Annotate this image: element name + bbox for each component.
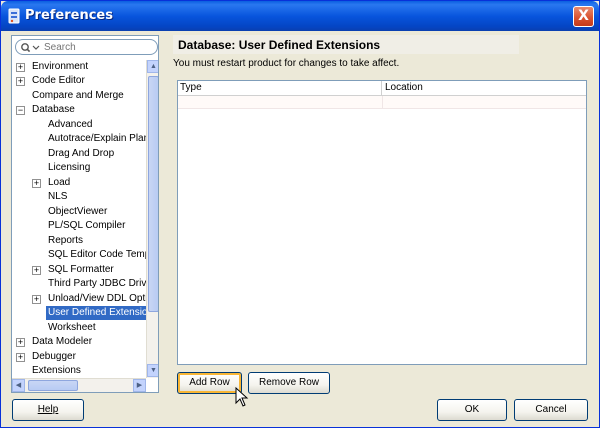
search-box[interactable]: [15, 39, 158, 55]
window-title: Preferences: [25, 8, 113, 23]
tree-item-label: SQL Editor Code Templa: [48, 249, 146, 260]
tree-item-label: Unload/View DDL Optio: [48, 293, 146, 304]
tree-item-label: SQL Formatter: [48, 264, 114, 275]
cancel-button[interactable]: Cancel: [514, 399, 588, 421]
tree-item-label: Drag And Drop: [48, 148, 115, 159]
tree-item-label: Licensing: [48, 162, 91, 173]
scroll-right-icon[interactable]: ▶: [133, 379, 146, 392]
expand-icon[interactable]: +: [16, 63, 25, 72]
add-row-button[interactable]: Add Row: [177, 372, 242, 394]
expand-icon[interactable]: +: [32, 179, 41, 188]
tree-item-label: Advanced: [48, 119, 93, 130]
preferences-tree-panel: + Environment + Code Editor Compare and …: [11, 35, 159, 393]
scroll-thumb[interactable]: [28, 380, 78, 391]
tree-item-label: Worksheet: [48, 322, 96, 333]
remove-row-button[interactable]: Remove Row: [248, 372, 330, 394]
tree-item-label: Environment: [32, 61, 89, 72]
tree-item-label: Compare and Merge: [32, 90, 124, 101]
column-header-location[interactable]: Location: [382, 81, 586, 96]
scroll-thumb[interactable]: [148, 76, 158, 312]
title-bar[interactable]: Preferences X: [1, 1, 599, 31]
tree-item-label: Database: [32, 104, 75, 115]
expand-icon[interactable]: +: [32, 266, 41, 275]
expand-icon[interactable]: +: [16, 353, 25, 362]
tree-item-label: Autotrace/Explain Plan: [48, 133, 146, 144]
app-icon: [8, 8, 20, 24]
restart-notice: You must restart product for changes to …: [173, 58, 400, 69]
tree-item-label: Extensions: [32, 365, 81, 376]
help-button[interactable]: Help: [12, 399, 84, 421]
close-icon: X: [578, 8, 589, 24]
cell-divider: [382, 96, 383, 109]
scroll-up-icon[interactable]: ▲: [147, 60, 158, 73]
tree-item-label: Third Party JDBC Driver: [48, 278, 146, 289]
extensions-table: Type Location: [177, 80, 587, 365]
tree-item-label: NLS: [48, 191, 68, 202]
expand-icon[interactable]: +: [16, 338, 25, 347]
mouse-pointer-icon: [235, 387, 249, 407]
tree-item-label: Reports: [48, 235, 84, 246]
tree-item-label: ObjectViewer: [48, 206, 108, 217]
tree-item-label: Load: [48, 177, 71, 188]
tree-horizontal-scrollbar[interactable]: ◀ ▶: [12, 378, 146, 392]
tree-item-label: User Defined Extension: [46, 306, 146, 320]
preferences-dialog: Preferences X + Environment + Code Edito…: [0, 0, 600, 428]
expand-icon[interactable]: +: [32, 295, 41, 304]
scroll-left-icon[interactable]: ◀: [12, 379, 25, 392]
help-button-label: Help: [37, 404, 59, 415]
preferences-tree: + Environment + Code Editor Compare and …: [12, 60, 146, 378]
expand-icon[interactable]: +: [16, 77, 25, 86]
tree-item-label: Debugger: [32, 351, 76, 362]
tree-item-label: Code Editor: [32, 75, 85, 86]
ok-button[interactable]: OK: [437, 399, 507, 421]
scroll-down-icon[interactable]: ▼: [147, 364, 158, 377]
tree-vertical-scrollbar[interactable]: ▲ ▼: [146, 60, 158, 378]
collapse-icon[interactable]: −: [16, 106, 25, 115]
tree-item-label: Data Modeler: [32, 336, 93, 347]
search-icon: [21, 43, 40, 53]
page-title: Database: User Defined Extensions: [178, 38, 381, 52]
search-input[interactable]: [44, 41, 152, 54]
close-button[interactable]: X: [573, 6, 594, 27]
column-header-type[interactable]: Type: [178, 81, 382, 96]
tree-item-label: PL/SQL Compiler: [48, 220, 126, 231]
